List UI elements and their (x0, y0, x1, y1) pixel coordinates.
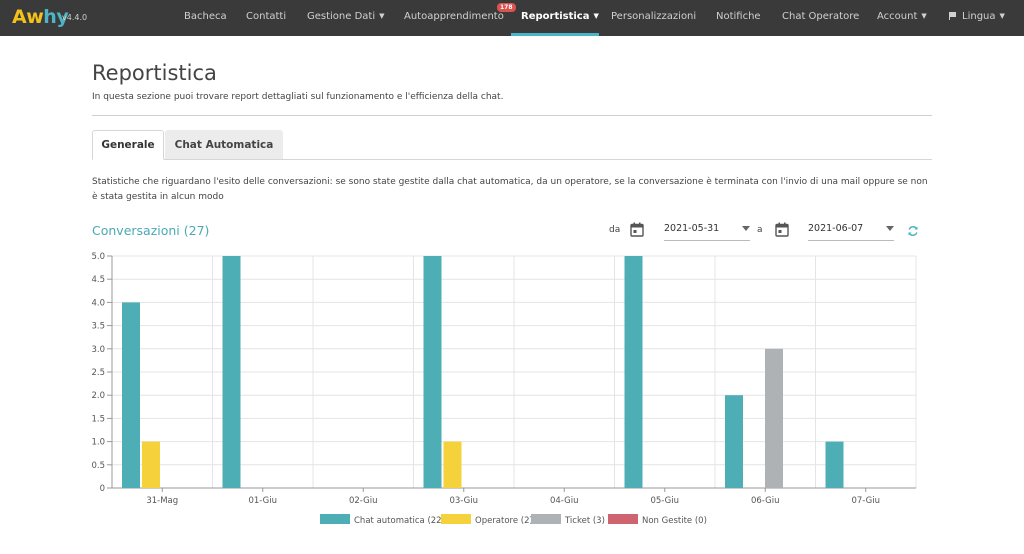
nav-account[interactable]: Account ▼ (877, 11, 927, 22)
legend-item: Operatore (2) (441, 514, 533, 526)
x-tick-label: 31-Mag (146, 496, 178, 506)
y-tick-label: 2.0 (91, 391, 105, 401)
y-tick-label: 4.5 (91, 275, 105, 285)
y-tick-label: 0 (100, 484, 105, 494)
app-logo[interactable]: Awhy (12, 6, 69, 28)
x-tick-label: 06-Giu (751, 496, 780, 506)
legend-label: Chat automatica (22) (354, 516, 445, 526)
chevron-down-icon: ▼ (379, 12, 385, 20)
x-tick-label: 03-Giu (449, 496, 478, 506)
to-date-value: 2021-06-07 (808, 223, 864, 234)
chevron-down-icon: ▼ (921, 12, 927, 20)
y-tick-label: 1.5 (91, 414, 105, 424)
legend-label: Non Gestite (0) (642, 516, 707, 526)
legend-label: Ticket (3) (564, 516, 605, 526)
top-navbar: Awhy v4.4.0 Bacheca Contatti Gestione Da… (0, 0, 1024, 36)
nav-autoapprendimento[interactable]: Autoapprendimento (404, 11, 504, 22)
page-subtitle: In questa sezione puoi trovare report de… (92, 92, 504, 102)
x-tick-label: 04-Giu (550, 496, 579, 506)
nav-personalizzazioni[interactable]: Personalizzazioni (611, 11, 696, 22)
nav-reportistica[interactable]: Reportistica ▼ (521, 11, 599, 22)
nav-contatti[interactable]: Contatti (246, 11, 286, 22)
bar-operatore (142, 441, 160, 488)
to-date-picker[interactable]: 2021-06-07 (808, 219, 894, 241)
calendar-icon[interactable] (775, 222, 789, 237)
nav-chat-operatore[interactable]: Chat Operatore (782, 11, 859, 22)
y-tick-label: 1.0 (91, 438, 105, 448)
tabs-border (92, 159, 932, 160)
chevron-down-icon: ▼ (999, 12, 1005, 20)
page-title: Reportistica (92, 61, 217, 85)
y-tick-label: 3.5 (91, 322, 105, 332)
bar-operatore (443, 441, 462, 488)
bar-chat-automatica (624, 256, 643, 488)
legend-label: Operatore (2) (475, 516, 533, 526)
bar-chat-automatica (725, 395, 743, 488)
x-tick-label: 02-Giu (349, 496, 378, 506)
bar-chat-automatica (825, 441, 844, 488)
legend-item: Chat automatica (22) (320, 514, 445, 526)
header-divider (92, 115, 932, 116)
section-description: Statistiche che riguardano l'esito delle… (92, 177, 928, 202)
bar-chat-automatica (122, 302, 140, 488)
tab-generale[interactable]: Generale (92, 130, 164, 160)
dropdown-arrow-icon (742, 226, 750, 231)
x-tick-label: 07-Giu (851, 496, 880, 506)
y-tick-label: 0.5 (91, 461, 105, 471)
chevron-down-icon: ▼ (593, 12, 599, 20)
from-date-value: 2021-05-31 (664, 223, 720, 234)
legend-item: Non Gestite (0) (608, 514, 707, 526)
x-tick-label: 05-Giu (650, 496, 679, 506)
conversations-bar-chart: 0 0.5 1.0 1.5 2.0 2.5 3.0 3.5 4.0 4.5 5.0 31-Mag 01-… (91, 252, 917, 526)
bar-chat-automatica (423, 256, 442, 488)
x-tick-label: 01-Giu (248, 496, 277, 506)
nav-lingua[interactable]: Lingua ▼ (949, 11, 1005, 22)
bar-chat-automatica (222, 256, 241, 488)
dropdown-arrow-icon (886, 226, 894, 231)
legend-swatch (441, 514, 471, 524)
to-label: a (757, 225, 763, 235)
nav-notifiche[interactable]: Notifiche (716, 11, 761, 22)
y-tick-label: 2.5 (91, 368, 105, 378)
calendar-icon[interactable] (630, 222, 644, 237)
active-nav-indicator (511, 33, 599, 36)
y-tick-label: 3.0 (91, 345, 105, 355)
chart-title: Conversazioni (27) (92, 223, 210, 238)
legend-swatch (531, 514, 561, 524)
nav-bacheca[interactable]: Bacheca (184, 11, 227, 22)
refresh-icon[interactable] (907, 225, 919, 237)
from-date-picker[interactable]: 2021-05-31 (664, 219, 750, 241)
flag-icon (949, 12, 957, 20)
notification-badge: 178 (497, 3, 516, 12)
bar-ticket (765, 348, 783, 488)
nav-gestione-dati[interactable]: Gestione Dati ▼ (307, 11, 385, 22)
legend-swatch (320, 514, 350, 524)
y-tick-label: 4.0 (91, 298, 105, 308)
app-version: v4.4.0 (62, 13, 88, 22)
legend-swatch (608, 514, 638, 524)
tab-chat-automatica[interactable]: Chat Automatica (165, 130, 283, 159)
from-label: da (609, 225, 621, 235)
y-tick-label: 5.0 (91, 252, 105, 262)
legend-item: Ticket (3) (531, 514, 605, 526)
